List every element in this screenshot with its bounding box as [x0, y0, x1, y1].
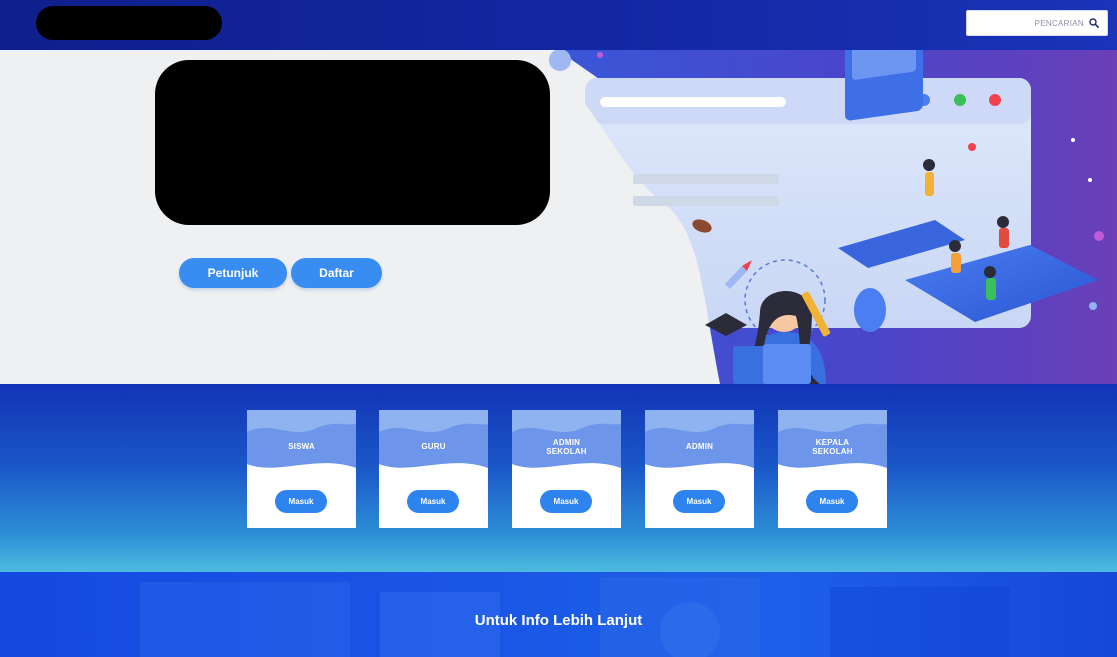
info-section: Untuk Info Lebih Lanjut	[0, 572, 1117, 657]
card-guru: GURU Masuk	[379, 410, 488, 528]
masuk-button[interactable]: Masuk	[407, 490, 459, 513]
top-navbar	[0, 0, 1117, 50]
card-siswa: SISWA Masuk	[247, 410, 356, 528]
search-input[interactable]	[976, 18, 1084, 28]
red-dot-icon	[989, 94, 1001, 106]
card-admin: ADMIN Masuk	[645, 410, 754, 528]
card-title: ADMIN SEKOLAH	[546, 438, 587, 456]
card-title: ADMIN	[685, 442, 714, 451]
green-dot-icon	[954, 94, 966, 106]
search-icon[interactable]	[1089, 18, 1099, 28]
card-title: GURU	[421, 442, 446, 451]
masuk-button[interactable]: Masuk	[806, 490, 858, 513]
card-admin-sekolah: ADMIN SEKOLAH Masuk	[512, 410, 621, 528]
search-box[interactable]	[966, 10, 1108, 36]
card-title: SISWA	[288, 442, 315, 451]
masuk-button[interactable]: Masuk	[275, 490, 327, 513]
hero-section: Petunjuk Daftar	[0, 50, 1117, 384]
masuk-button[interactable]: Masuk	[540, 490, 592, 513]
hero-title-redacted	[155, 60, 550, 225]
card-title: KEPALA SEKOLAH	[812, 438, 853, 456]
site-logo-redacted[interactable]	[36, 6, 222, 40]
petunjuk-button[interactable]: Petunjuk	[179, 258, 287, 288]
daftar-button[interactable]: Daftar	[291, 258, 382, 288]
login-band: SISWA Masuk GURU Masuk ADMIN SEKOLAH Mas…	[0, 384, 1117, 572]
card-kepala-sekolah: KEPALA SEKOLAH Masuk	[778, 410, 887, 528]
masuk-button[interactable]: Masuk	[673, 490, 725, 513]
info-title: Untuk Info Lebih Lanjut	[474, 612, 643, 629]
